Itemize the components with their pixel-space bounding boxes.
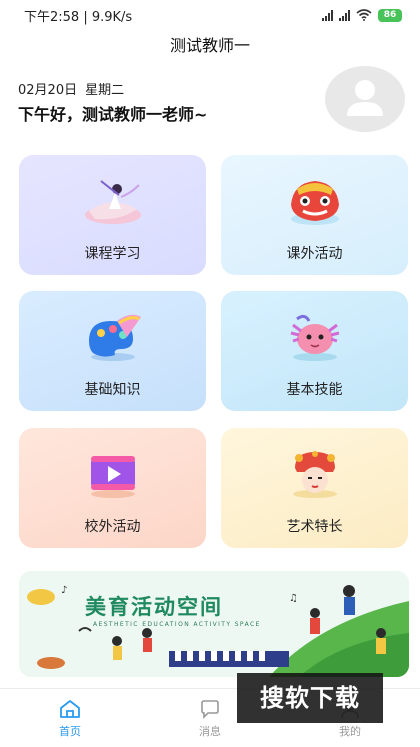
card-basic-knowledge[interactable]: 基础知识 [19,291,206,411]
svg-text:♪: ♪ [61,585,67,596]
activity-banner[interactable]: ♪ ♫ 美育活动空间 AESTHETIC EDUCATION ACTIVITY … [19,571,409,677]
card-label: 课外活动 [286,246,343,262]
date-line: 02月20日 星期二 [18,79,124,98]
tab-label: 首页 [59,725,81,738]
svg-text:♫: ♫ [289,593,298,604]
tab-label: 消息 [199,725,221,738]
wifi-icon [356,9,372,21]
axolotl-icon [290,314,340,361]
dancer-icon [85,180,141,224]
status-time: 下午2:58 | 9.9K/s [24,9,133,25]
page-title: 测试教师一 [169,36,250,55]
greeting-text: 下午好，测试教师一老师~ [18,105,208,124]
card-off-campus[interactable]: 校外活动 [19,428,206,548]
card-basic-skills[interactable]: 基本技能 [221,291,408,411]
message-icon [201,700,219,719]
card-label: 校外活动 [84,519,141,535]
lion-dance-icon [291,181,339,225]
card-extracurricular[interactable]: 课外活动 [221,155,408,275]
opera-mask-icon [293,451,337,498]
banner-subtitle: AESTHETIC EDUCATION ACTIVITY SPACE [93,621,261,628]
video-play-icon [91,456,135,498]
status-bar: 下午2:58 | 9.9K/s 86 [0,0,420,30]
watermark: 搜软下载 [237,673,383,723]
home-icon [60,700,80,718]
tab-home[interactable]: 首页 [0,689,140,747]
card-label: 基础知识 [84,382,141,398]
date-text: 02月20日 [18,83,78,98]
default-user-icon [347,80,383,116]
card-label: 课程学习 [84,246,141,262]
tab-label: 我的 [339,725,361,738]
card-label: 艺术特长 [286,519,343,535]
banner-title: 美育活动空间 [85,595,223,619]
avatar[interactable] [325,66,405,132]
card-course-study[interactable]: 课程学习 [19,155,206,275]
weekday-text: 星期二 [85,83,125,98]
status-icons: 86 [322,8,402,22]
battery-icon: 86 [378,8,402,22]
card-art-specialty[interactable]: 艺术特长 [221,428,408,548]
card-label: 基本技能 [286,382,343,398]
signal-icon [322,9,333,21]
palette-icon [89,314,141,361]
signal-icon [339,9,350,21]
